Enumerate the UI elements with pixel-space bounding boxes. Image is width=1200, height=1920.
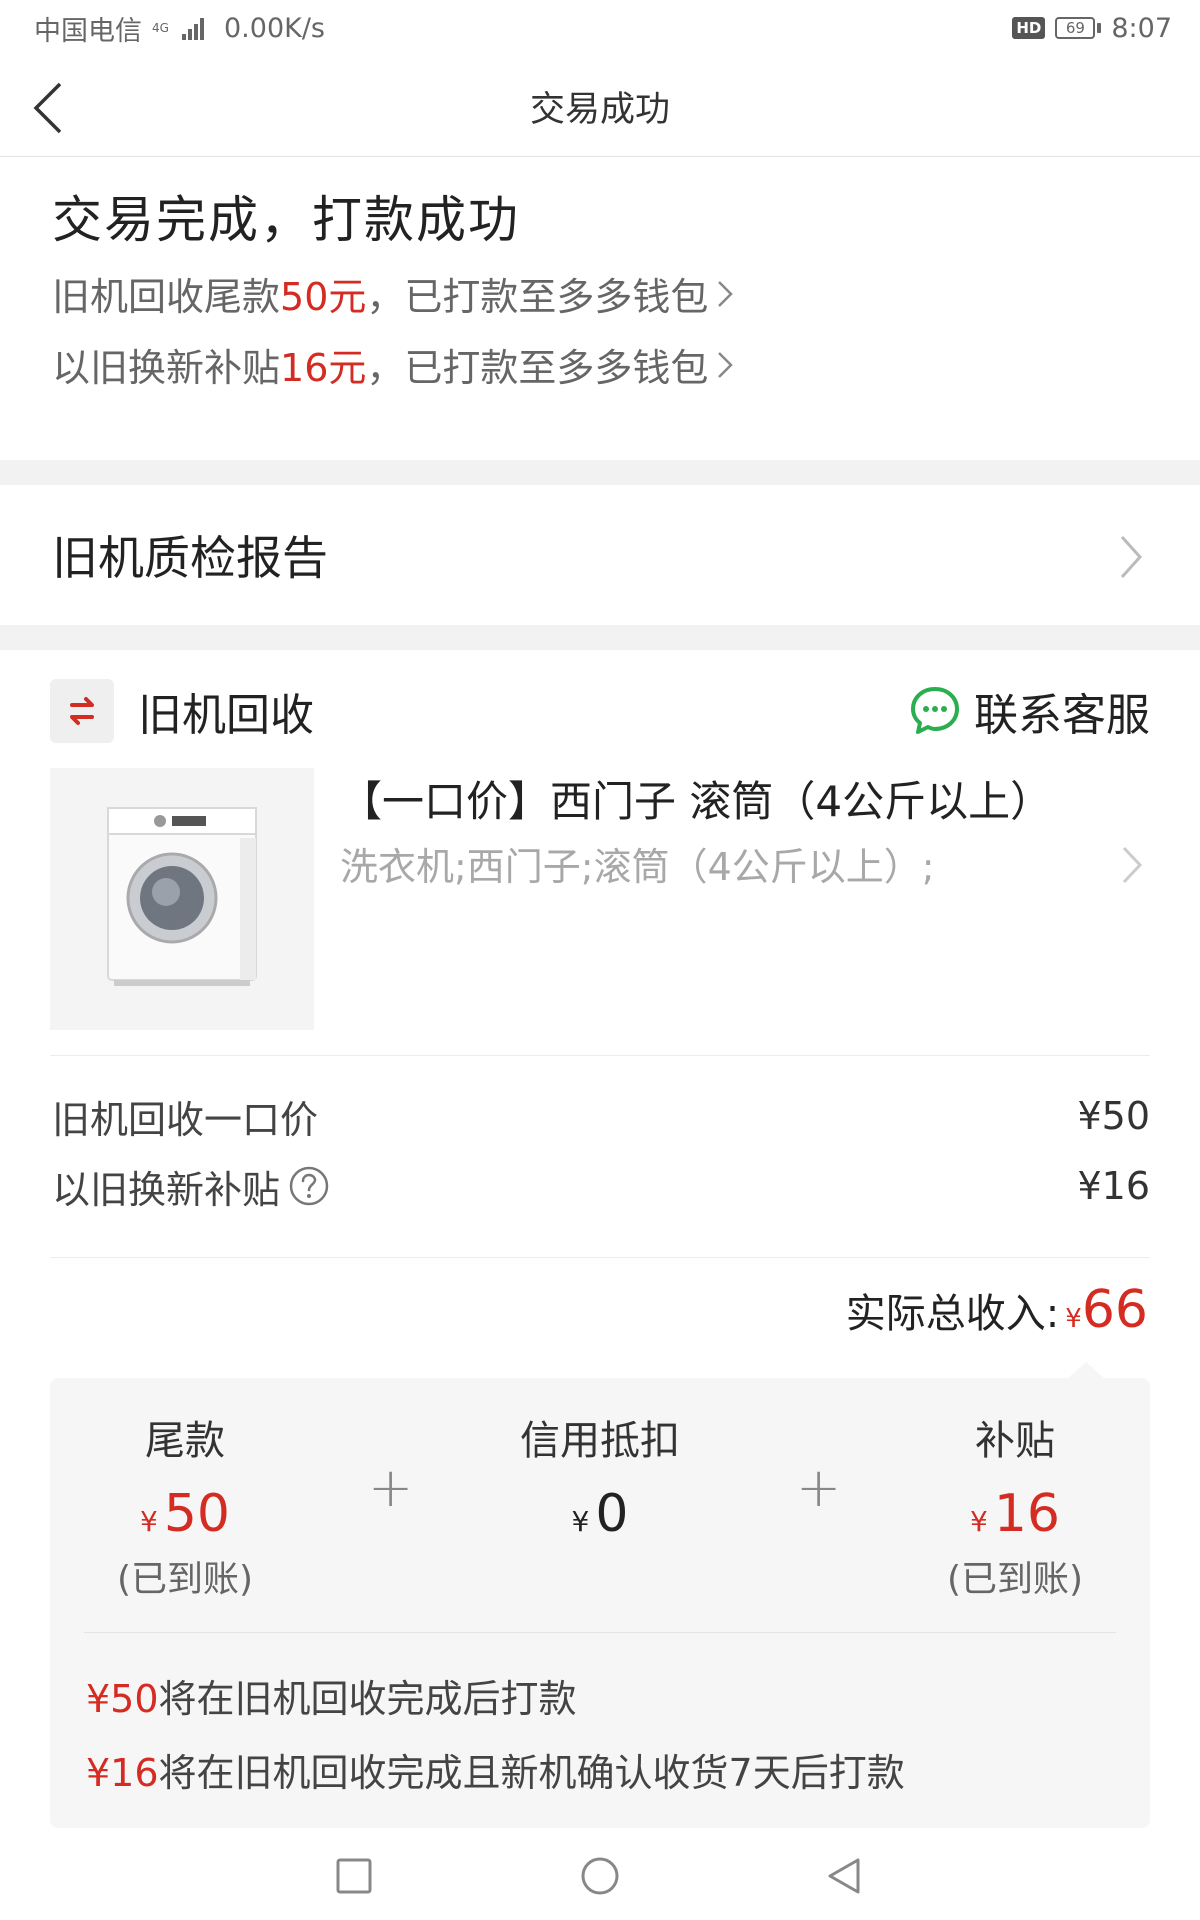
recycle-header-left: 旧机回收 [50,679,314,743]
subsidy-amount: 16元 [280,346,367,390]
breakdown-title: 补贴 [975,1418,1055,1464]
hd-icon: HD [1012,17,1046,39]
currency-symbol: ¥ [140,1505,158,1538]
transaction-summary: 交易完成，打款成功 旧机回收尾款 50元 ，已打款至多多钱包 以旧换新补贴 16元 ，已… [0,158,1200,460]
breakdown-pointer [1068,1362,1104,1378]
currency-symbol: ¥ [970,1505,988,1538]
plus-sign: + [796,1456,842,1519]
inspection-report-row[interactable]: 旧机质检报告 [0,485,1200,625]
network-type-label: 4G [152,21,169,35]
price-row: 旧机回收一口价 ¥50 [52,1086,1150,1146]
currency-symbol: ¥ [571,1505,590,1538]
question-help-icon[interactable] [288,1165,330,1207]
breakdown-amount: ¥16 [865,1484,1165,1544]
recycle-card-header: 旧机回收 联系客服 [50,678,1150,744]
battery-icon: 69 [1055,17,1102,39]
home-circle-icon[interactable] [580,1856,620,1896]
contact-service-button[interactable]: 联系客服 [908,679,1150,743]
breakdown-amount-value: 16 [993,1484,1060,1544]
breakdown-amount: ¥50 [35,1484,335,1544]
inspection-report-label: 旧机质检报告 [52,531,328,585]
back-chevron-icon[interactable] [30,80,70,136]
price-row: 以旧换新补贴 ¥16 [52,1156,1150,1216]
washing-machine-image [50,768,314,1030]
payment-note: ¥50将在旧机回收完成后打款 [86,1668,577,1723]
status-right: HD 69 8:07 [1012,13,1172,44]
nav-bar: 交易成功 [0,56,1200,157]
status-left: 中国电信 4G 0.00K/s [34,9,325,48]
signal-icon [182,16,204,40]
price-row-label: 旧机回收一口价 [52,1097,319,1142]
network-speed-label: 0.00K/s [224,12,325,44]
breakdown-credit-deduction: 信用抵扣 ¥0 [450,1408,750,1550]
product-item[interactable]: 【一口价】西门子 滚筒（4公斤以上） 洗衣机;西门子;滚筒（4公斤以上）; [50,768,1150,1030]
final-payment-amount: 50元 [280,275,367,319]
payment-note-amount: ¥50 [86,1677,159,1721]
breakdown-final-payment: 尾款 ¥50 (已到账) [35,1408,335,1602]
chevron-right-icon [718,280,734,307]
payment-note-amount: ¥16 [86,1751,159,1795]
breakdown-note: (已到账) [946,1559,1084,1600]
price-row-label: 以旧换新补贴 [52,1167,281,1212]
chevron-right-icon [1122,846,1143,884]
breakdown-amount-value: 50 [163,1484,230,1544]
final-payment-prefix: 旧机回收尾款 [52,275,281,319]
contact-service-label: 联系客服 [974,690,1150,741]
status-bar: 中国电信 4G 0.00K/s HD 69 8:07 [0,0,1200,56]
price-row-label-wrap: 以旧换新补贴 [52,1159,330,1214]
breakdown-amount: ¥0 [450,1484,750,1544]
price-row-value: ¥50 [1077,1094,1150,1138]
total-income-label: 实际总收入: [845,1291,1060,1337]
subsidy-suffix: ，已打款至多多钱包 [366,346,709,390]
chevron-right-icon [718,351,734,378]
payment-note-text: 将在旧机回收完成且新机确认收货7天后打款 [158,1751,905,1795]
recycle-label: 旧机回收 [138,690,314,741]
back-triangle-icon[interactable] [824,1856,864,1896]
divider [50,1257,1150,1258]
clock-label: 8:07 [1111,12,1172,44]
chevron-right-icon [1120,535,1143,579]
page-title: 交易成功 [529,89,670,130]
carrier-label: 中国电信 [34,15,142,47]
final-payment-link[interactable]: 旧机回收尾款 50元 ，已打款至多多钱包 [52,266,1200,321]
breakdown-subsidy: 补贴 ¥16 (已到账) [865,1408,1165,1602]
total-income-currency: ¥ [1065,1304,1082,1334]
product-spec: 洗衣机;西门子;滚筒（4公斤以上）; [340,845,935,889]
exchange-arrows-icon [50,679,114,743]
divider [50,1055,1150,1056]
payment-note-text: 将在旧机回收完成后打款 [158,1677,577,1721]
payment-breakdown: 尾款 ¥50 (已到账) + 信用抵扣 ¥0 + 补贴 ¥16 (已到账) ¥5… [50,1378,1150,1828]
recent-apps-square-icon[interactable] [334,1856,374,1896]
battery-level: 69 [1055,17,1096,39]
section-divider [0,625,1200,650]
total-income: 实际总收入: ¥ 66 [846,1280,1148,1340]
breakdown-title: 尾款 [145,1418,225,1464]
breakdown-title: 信用抵扣 [520,1418,680,1464]
summary-title: 交易完成，打款成功 [52,191,520,249]
system-nav-bar [0,1840,1200,1920]
recycle-card: 旧机回收 联系客服 【一口价】西门子 滚筒（4公斤以上） 洗衣机;西门子;滚筒（… [0,650,1200,1840]
breakdown-amount-value: 0 [595,1484,629,1544]
final-payment-suffix: ，已打款至多多钱包 [366,275,709,319]
total-income-value: 66 [1081,1280,1148,1340]
subsidy-prefix: 以旧换新补贴 [52,346,281,390]
section-divider [0,460,1200,485]
breakdown-note: (已到账) [116,1559,254,1600]
chat-bubble-icon [911,687,959,734]
payment-note: ¥16将在旧机回收完成且新机确认收货7天后打款 [86,1742,905,1797]
divider [84,1632,1116,1633]
subsidy-payment-link[interactable]: 以旧换新补贴 16元 ，已打款至多多钱包 [52,337,1200,392]
product-name: 【一口价】西门子 滚筒（4公斤以上） [340,777,1053,826]
price-row-value: ¥16 [1077,1164,1150,1208]
plus-sign: + [368,1456,414,1519]
